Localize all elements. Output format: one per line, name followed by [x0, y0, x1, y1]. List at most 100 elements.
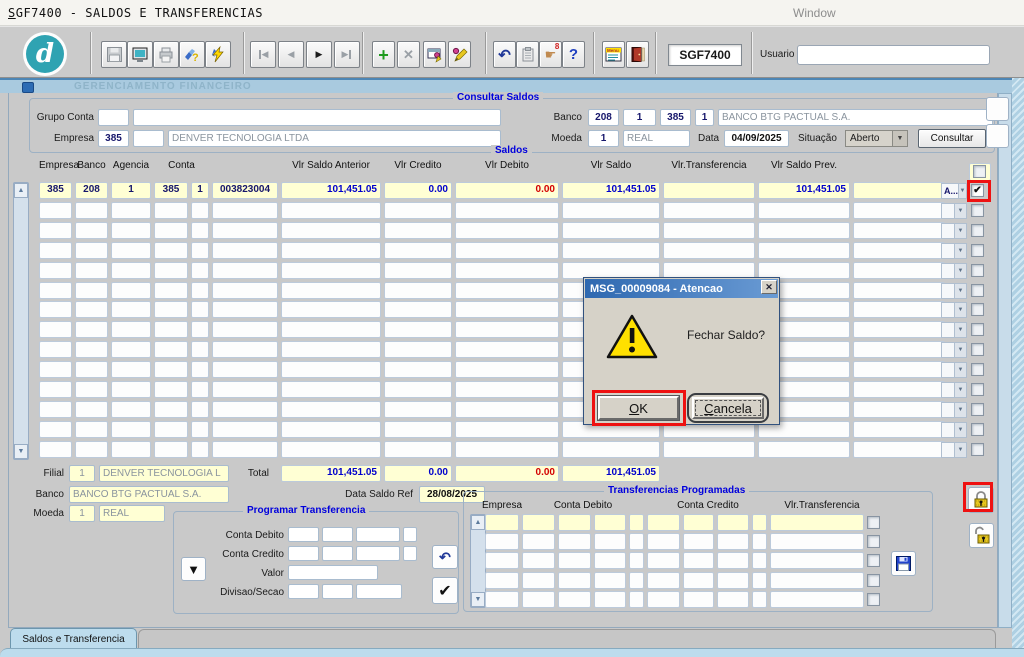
saldos-cell[interactable]	[455, 441, 559, 458]
saldos-cell[interactable]	[111, 262, 151, 279]
saldos-cell[interactable]	[853, 421, 945, 438]
saldos-cell[interactable]	[191, 341, 209, 358]
transfer-cell[interactable]	[485, 533, 519, 550]
saldos-cell[interactable]	[191, 262, 209, 279]
saldos-row-checkbox[interactable]	[971, 343, 984, 356]
conta-debito-field-4[interactable]	[403, 527, 417, 542]
transfer-cell[interactable]	[558, 552, 591, 569]
saldos-cell[interactable]	[384, 282, 452, 299]
banco-agencia-field[interactable]: 1	[623, 109, 656, 126]
saldos-cell[interactable]	[111, 202, 151, 219]
saldos-cell[interactable]	[191, 381, 209, 398]
conta-credito-field-2[interactable]	[322, 546, 353, 561]
conta-credito-field-3[interactable]	[356, 546, 400, 561]
chevron-down-icon[interactable]: ▼	[954, 204, 966, 218]
chevron-down-icon[interactable]: ▼	[954, 303, 966, 317]
saldos-row-checkbox[interactable]	[971, 264, 984, 277]
saldos-cell[interactable]	[455, 242, 559, 259]
saldos-cell[interactable]	[384, 222, 452, 239]
saldos-cell[interactable]: 101,451.05	[562, 182, 660, 199]
saldos-cell[interactable]: 385	[154, 182, 188, 199]
empresa-code-field[interactable]: 385	[98, 130, 129, 147]
saldos-cell[interactable]	[75, 282, 108, 299]
confirm-transfer-button[interactable]: ✔	[432, 577, 458, 604]
banco-desc-field[interactable]: BANCO BTG PACTUAL S.A.	[718, 109, 993, 126]
divisao-field-1[interactable]	[288, 584, 319, 599]
tab-saldos-transferencia[interactable]: Saldos e Transferencia	[10, 628, 137, 649]
saldos-cell[interactable]	[75, 301, 108, 318]
save-button[interactable]	[101, 41, 127, 68]
transfer-cell[interactable]	[629, 572, 644, 589]
saldos-cell[interactable]	[154, 341, 188, 358]
saldos-cell[interactable]	[39, 262, 72, 279]
menu-window[interactable]: Window	[793, 6, 836, 20]
saldos-cell[interactable]	[281, 222, 381, 239]
saldos-cell[interactable]	[281, 202, 381, 219]
saldos-cell[interactable]	[281, 401, 381, 418]
transfer-cell[interactable]	[647, 591, 680, 608]
saldos-cell[interactable]	[75, 321, 108, 338]
saldos-status-dropdown[interactable]: ▼	[941, 442, 967, 458]
saldos-cell[interactable]	[39, 202, 72, 219]
empresa-desc-field[interactable]: DENVER TECNOLOGIA LTDA	[168, 130, 501, 147]
transfer-cell[interactable]	[752, 533, 767, 550]
saldos-cell[interactable]	[75, 222, 108, 239]
saldos-cell[interactable]	[384, 421, 452, 438]
transfer-cell[interactable]	[717, 572, 749, 589]
transfer-cell[interactable]	[522, 572, 555, 589]
saldos-cell[interactable]	[212, 242, 278, 259]
saldos-cell[interactable]	[758, 242, 850, 259]
transfer-cell[interactable]	[558, 591, 591, 608]
saldos-cell[interactable]	[75, 202, 108, 219]
saldos-cell[interactable]: 1	[111, 182, 151, 199]
saldos-cell[interactable]	[212, 301, 278, 318]
saldos-cell[interactable]	[75, 421, 108, 438]
saldos-row-checkbox[interactable]	[971, 244, 984, 257]
saldos-cell[interactable]	[111, 421, 151, 438]
saldos-cell[interactable]	[39, 341, 72, 358]
saldos-cell[interactable]: 208	[75, 182, 108, 199]
saldos-cell[interactable]	[154, 421, 188, 438]
saldos-cell[interactable]	[111, 321, 151, 338]
transfer-cell[interactable]	[629, 514, 644, 531]
saldos-cell[interactable]	[39, 401, 72, 418]
saldos-cell[interactable]	[212, 202, 278, 219]
conta-credito-field-1[interactable]	[288, 546, 319, 561]
transfer-cell[interactable]	[647, 533, 680, 550]
transfer-row-checkbox[interactable]	[867, 574, 880, 587]
transfer-down-button[interactable]: ▼	[181, 557, 206, 581]
transfer-cell[interactable]	[485, 514, 519, 531]
saldos-cell[interactable]	[455, 321, 559, 338]
saldos-cell[interactable]	[455, 421, 559, 438]
saldos-status-dropdown[interactable]: ▼	[941, 203, 967, 219]
chevron-down-icon[interactable]: ▼	[954, 423, 966, 437]
conta-debito-field-1[interactable]	[288, 527, 319, 542]
saldos-status-dropdown[interactable]: ▼	[941, 402, 967, 418]
situacao-dropdown[interactable]: Aberto▼	[845, 130, 908, 147]
chevron-down-icon[interactable]: ▼	[954, 363, 966, 377]
saldos-cell[interactable]	[75, 242, 108, 259]
last-record-button[interactable]: ▶	[334, 41, 360, 68]
transfer-cell[interactable]	[752, 591, 767, 608]
saldos-cell[interactable]	[853, 401, 945, 418]
saldos-cell[interactable]	[281, 321, 381, 338]
transfer-cell[interactable]	[683, 514, 714, 531]
chevron-down-icon[interactable]: ▼	[954, 443, 966, 457]
chevron-down-icon[interactable]: ▼	[954, 323, 966, 337]
execute-button[interactable]	[205, 41, 231, 68]
saldos-cell[interactable]	[39, 282, 72, 299]
saldos-row-checkbox[interactable]	[971, 363, 984, 376]
transfer-cell[interactable]	[594, 591, 626, 608]
saldos-cell[interactable]	[39, 421, 72, 438]
saldos-cell[interactable]	[384, 361, 452, 378]
saldos-cell[interactable]	[455, 361, 559, 378]
saldos-cell[interactable]	[191, 222, 209, 239]
transfer-cell[interactable]	[647, 572, 680, 589]
saldos-status-dropdown[interactable]: ▼	[941, 302, 967, 318]
transfer-cell[interactable]	[683, 533, 714, 550]
saldos-cell[interactable]	[853, 262, 945, 279]
grupo-conta-desc-field[interactable]	[133, 109, 501, 126]
saldos-status-dropdown[interactable]: ▼	[941, 243, 967, 259]
saldos-cell[interactable]	[154, 202, 188, 219]
undo-transfer-button[interactable]: ↶	[432, 545, 458, 569]
